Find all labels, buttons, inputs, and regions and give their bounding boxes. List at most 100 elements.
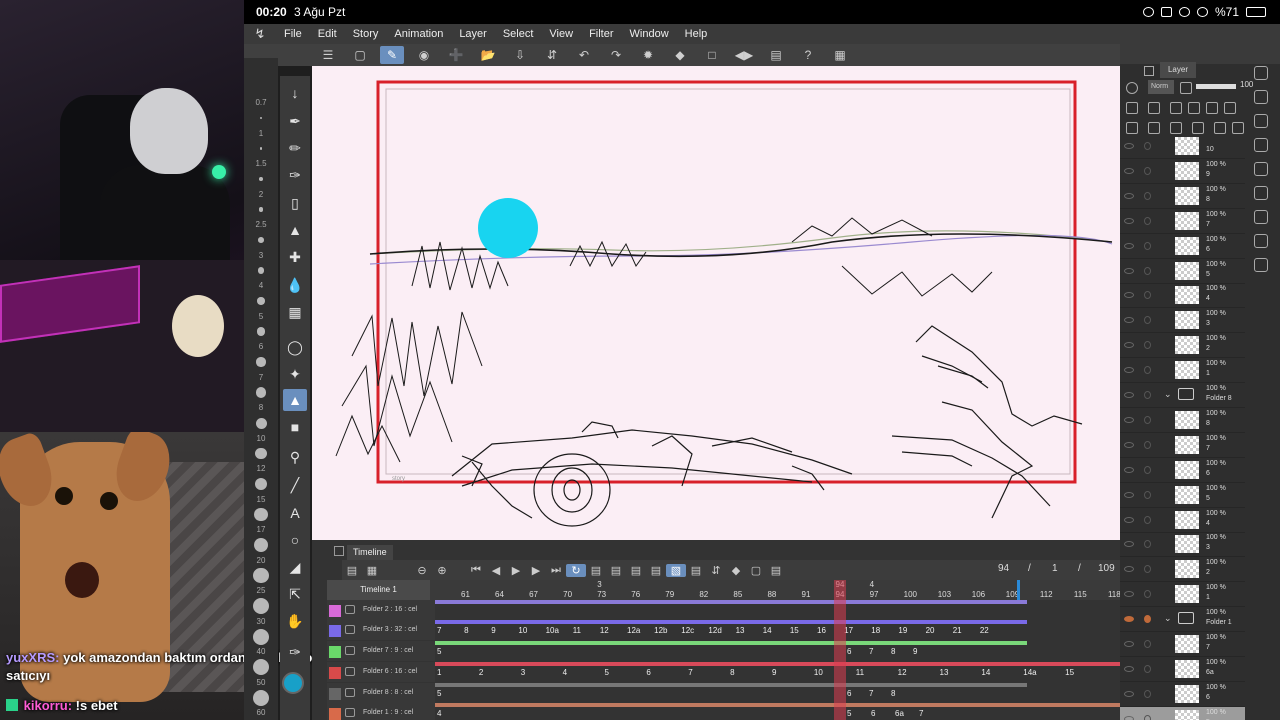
lock-icon[interactable] (1144, 689, 1151, 698)
flip-horizontal-icon[interactable]: ◀▶ (732, 46, 756, 64)
brush-size-option[interactable] (255, 417, 267, 429)
brush-size-option[interactable] (257, 297, 265, 305)
eye-icon[interactable] (1124, 292, 1134, 299)
eye-icon[interactable] (1124, 541, 1134, 548)
new-folder-icon[interactable] (1170, 122, 1182, 134)
delete-cel-icon[interactable]: ▤ (646, 564, 666, 577)
playhead[interactable] (834, 580, 846, 720)
eye-icon[interactable] (1124, 466, 1134, 473)
sort-icon[interactable]: ⇵ (540, 46, 564, 64)
sort-up-down-icon[interactable]: ⇵ (706, 564, 726, 577)
lock-icon[interactable] (1144, 216, 1151, 225)
cel-label[interactable]: 14a (1023, 668, 1036, 677)
canvas-viewport[interactable]: story (312, 66, 1120, 540)
cel-label[interactable]: 6 (847, 647, 851, 656)
track-visibility-icon[interactable] (345, 625, 355, 634)
stamp-icon[interactable]: ▲ (283, 219, 307, 241)
menu-layer[interactable]: Layer (451, 28, 495, 40)
keyframe-icon[interactable]: ◆ (726, 564, 746, 577)
brush-icon[interactable]: ✑ (283, 164, 307, 186)
eye-icon[interactable] (1124, 367, 1134, 374)
cel-label[interactable]: 4 (563, 668, 567, 677)
page-number[interactable]: 1 (1052, 563, 1058, 574)
cel-label[interactable]: 8 (730, 668, 734, 677)
eye-icon[interactable] (1124, 715, 1134, 720)
lock-transparency-icon[interactable] (1188, 102, 1200, 114)
cel-label[interactable]: 12c (681, 626, 694, 635)
cel-label[interactable]: 9 (913, 647, 917, 656)
zoom-in-icon[interactable]: ⊕ (432, 564, 452, 577)
loop-icon[interactable]: ↻ (566, 563, 586, 577)
cel-label[interactable]: 5 (437, 647, 441, 656)
blend-mode-select[interactable]: Norm (1148, 80, 1174, 94)
redo-icon[interactable]: ↷ (604, 46, 628, 64)
layer-row[interactable]: 100 % 4 (1120, 508, 1245, 533)
brush-size-option[interactable] (255, 447, 267, 460)
eye-icon[interactable] (1124, 441, 1134, 448)
lock-icon[interactable] (1144, 540, 1151, 549)
blend-mode-icon[interactable] (1126, 82, 1138, 94)
track-label[interactable]: Folder 2 : 16 : cel (327, 600, 435, 620)
side-panel-icon-4[interactable] (1254, 138, 1268, 152)
cel-label[interactable]: 8 (891, 647, 895, 656)
lock-icon[interactable] (1144, 590, 1151, 599)
new-animation-folder-icon[interactable]: ▤ (586, 564, 606, 577)
layer-row[interactable]: 100 % 6 (1120, 458, 1245, 483)
clip-icon[interactable] (1126, 102, 1138, 114)
lock-icon[interactable] (1144, 465, 1151, 474)
menu-window[interactable]: Window (622, 28, 677, 40)
timeline-tab[interactable]: Timeline (347, 545, 393, 560)
layer-row[interactable]: 100 % 9 (1120, 159, 1245, 184)
layer-row[interactable]: 100 % 1 (1120, 358, 1245, 384)
brush-size-option[interactable] (254, 507, 268, 522)
side-panel-icon-3[interactable] (1254, 114, 1268, 128)
opacity-value[interactable]: 100 (1240, 80, 1253, 89)
layer-folder-row[interactable]: ⌄ 100 % Folder 1 (1120, 607, 1245, 633)
color-swatch[interactable] (282, 672, 304, 694)
lock-icon[interactable] (1144, 142, 1151, 150)
eye-icon[interactable] (1124, 591, 1134, 598)
brush-size-option[interactable] (253, 598, 269, 614)
timeline-track[interactable]: Folder 3 : 32 : cel 7 8 9 10 10a 11 12 12a 12b 12c… (327, 620, 1120, 640)
menu-file[interactable]: File (276, 28, 310, 40)
eye-icon[interactable] (1124, 143, 1134, 149)
layer-mask-icon[interactable] (1214, 122, 1226, 134)
first-frame-icon[interactable]: ⏮ (466, 564, 486, 577)
lock-icon[interactable] (1144, 440, 1151, 449)
brush-size-option[interactable] (253, 689, 269, 706)
loading-icon[interactable]: ✹ (636, 46, 660, 64)
side-panel-icon-1[interactable] (1254, 66, 1268, 80)
brush-size-option[interactable] (253, 537, 269, 553)
cel-label[interactable]: 6 (646, 668, 650, 677)
brush-size-option[interactable] (257, 267, 265, 274)
side-panel-icon-8[interactable] (1254, 234, 1268, 248)
lock-icon[interactable] (1144, 266, 1151, 275)
cel-label[interactable]: 9 (772, 668, 776, 677)
menu-story[interactable]: Story (345, 28, 387, 40)
reference-icon[interactable] (1148, 102, 1160, 114)
eye-icon[interactable] (1124, 566, 1134, 573)
frame-icon[interactable]: ◢ (283, 556, 307, 578)
cel-label[interactable]: 7 (688, 668, 692, 677)
magic-wand-icon[interactable]: ✦ (283, 363, 307, 385)
eye-icon[interactable] (1124, 167, 1134, 174)
cel-label[interactable]: 5 (605, 668, 609, 677)
drawing-canvas[interactable]: story (312, 66, 1120, 540)
layer-row[interactable]: 100 % 7 (1120, 433, 1245, 458)
eye-icon[interactable] (1124, 317, 1134, 324)
eye-icon[interactable] (1124, 491, 1134, 498)
layer-folder-row[interactable]: ⌄ 100 % Folder 8 (1120, 383, 1245, 408)
cel-label[interactable]: 8 (464, 626, 468, 635)
cel-label[interactable]: 7 (437, 626, 441, 635)
brush-size-option[interactable] (258, 207, 264, 212)
brush-size-option[interactable] (256, 327, 266, 336)
cel-label[interactable]: 7 (869, 647, 873, 656)
track-label[interactable]: Folder 8 : 8 : cel (327, 683, 435, 703)
lock-icon[interactable] (1144, 664, 1151, 673)
brush-size-option[interactable] (253, 659, 269, 675)
grid-icon[interactable]: ▦ (283, 301, 307, 323)
timeline-settings-icon[interactable]: ▤ (766, 564, 786, 577)
layer-row[interactable]: 100 %5 (1120, 706, 1245, 720)
mask-icon[interactable] (1224, 102, 1236, 114)
cel-label[interactable]: 6a (895, 709, 904, 718)
